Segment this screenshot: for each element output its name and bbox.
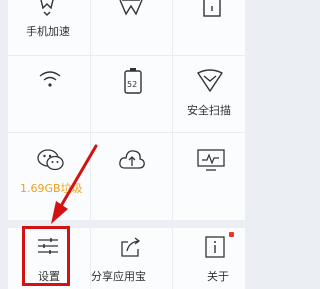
- tool-security-scan-label: 安全扫描: [187, 104, 231, 117]
- tool-wifi[interactable]: [8, 56, 90, 132]
- tool-phone-boost[interactable]: 手机加速: [8, 0, 90, 55]
- notification-dot: [229, 232, 234, 237]
- about-label: 关于: [207, 270, 229, 283]
- share-app-button[interactable]: 分享应用宝: [91, 228, 172, 289]
- tool-cloud-upload[interactable]: [91, 133, 172, 220]
- junk-size-label: 1.69GB垃圾: [20, 182, 83, 195]
- tool-row1-col2[interactable]: [91, 0, 172, 55]
- battery-level-text: 52: [127, 80, 138, 89]
- rocket-icon: [40, 0, 54, 16]
- tool-icon: [119, 0, 143, 16]
- share-icon: [121, 237, 141, 257]
- tool-junk-clean[interactable]: 1.69GB垃圾: [8, 133, 90, 220]
- tool-monitor[interactable]: [173, 133, 245, 220]
- tool-row1-col3[interactable]: [173, 0, 245, 55]
- tool-battery[interactable]: 52: [91, 56, 172, 132]
- settings-highlight-box: [22, 226, 70, 286]
- monitor-icon: [197, 149, 225, 171]
- share-app-label: 分享应用宝: [91, 270, 146, 283]
- tool-phone-boost-label: 手机加速: [26, 25, 70, 38]
- cloud-upload-icon: [119, 150, 145, 169]
- wechat-icon: [37, 149, 64, 171]
- wifi-icon: [39, 71, 61, 87]
- tool-security-scan[interactable]: 安全扫描: [173, 56, 245, 132]
- about-button[interactable]: 关于: [173, 228, 245, 289]
- shield-icon: [197, 69, 223, 92]
- info-icon: [205, 236, 225, 258]
- phone-icon: [203, 0, 221, 17]
